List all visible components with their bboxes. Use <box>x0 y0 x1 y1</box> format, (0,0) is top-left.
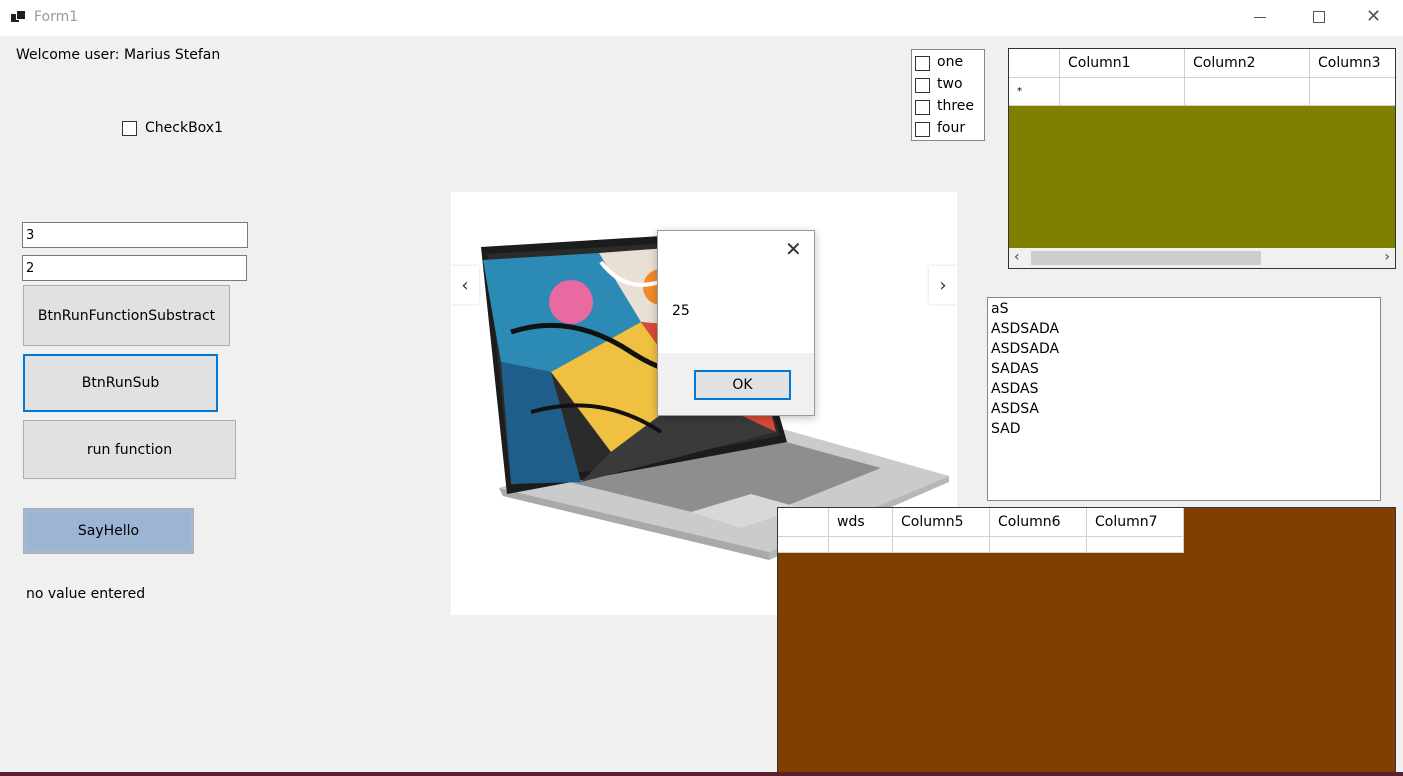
list-item[interactable]: aS <box>991 301 1008 317</box>
checkbox1-label: CheckBox1 <box>145 120 223 136</box>
grid1-column-header[interactable]: Column1 <box>1060 49 1185 78</box>
scroll-left-icon[interactable]: ‹ <box>1014 249 1020 265</box>
ok-button[interactable]: OK <box>694 370 791 400</box>
grid1-column-header[interactable]: Column3 <box>1310 49 1395 78</box>
item-label: one <box>937 54 964 70</box>
list-item[interactable]: ASDSADA <box>991 321 1059 337</box>
grid2-row-header[interactable] <box>778 537 829 553</box>
item-checkbox[interactable] <box>915 100 930 115</box>
grid2-cell[interactable] <box>990 537 1087 553</box>
window-title: Form1 <box>34 9 79 25</box>
message-box-dialog: ✕ 25 OK <box>657 230 815 416</box>
title-bar: Form1 ✕ <box>0 0 1403 36</box>
grid1-cell[interactable] <box>1060 78 1185 106</box>
grid1-new-row-marker[interactable]: * <box>1009 78 1060 106</box>
item-checkbox[interactable] <box>915 78 930 93</box>
welcome-label: Welcome user: Marius Stefan <box>16 47 221 63</box>
chevron-right-icon[interactable]: › <box>929 266 957 304</box>
say-hello-button[interactable]: SayHello <box>23 508 194 554</box>
grid1-cell[interactable] <box>1185 78 1310 106</box>
item-label: four <box>937 120 966 136</box>
grid1-column-header[interactable]: Column2 <box>1185 49 1310 78</box>
list-item[interactable]: ASDAS <box>991 381 1038 397</box>
chevron-left-icon[interactable]: ‹ <box>451 266 479 304</box>
maximize-button[interactable] <box>1290 0 1348 36</box>
run-function-button[interactable]: run function <box>23 420 236 479</box>
app-icon <box>11 10 26 24</box>
message-text: 25 <box>672 303 690 319</box>
minimize-icon <box>1254 17 1266 18</box>
taskbar-edge <box>0 772 1403 776</box>
run-sub-button[interactable]: BtnRunSub <box>23 354 218 412</box>
grid2-column-header[interactable]: Column7 <box>1087 508 1184 537</box>
list-item[interactable]: SADAS <box>991 361 1039 377</box>
grid2-cell[interactable] <box>1087 537 1184 553</box>
list-item[interactable]: SAD <box>991 421 1021 437</box>
grid2-column-header[interactable]: wds <box>829 508 893 537</box>
maximize-icon <box>1313 11 1325 23</box>
say-hello-label: SayHello <box>27 512 190 550</box>
checkbox1[interactable]: CheckBox1 <box>122 120 232 138</box>
grid1-corner-header[interactable] <box>1009 49 1060 78</box>
list-item[interactable]: ASDSA <box>991 401 1039 417</box>
dialog-footer: OK <box>658 353 814 415</box>
grid2-column-header[interactable]: Column6 <box>990 508 1087 537</box>
item-checkbox[interactable] <box>915 56 930 71</box>
item-label: two <box>937 76 963 92</box>
close-icon[interactable]: ✕ <box>785 237 802 261</box>
first-value-input[interactable] <box>22 222 248 248</box>
item-checkbox[interactable] <box>915 122 930 137</box>
list-item[interactable]: ASDSADA <box>991 341 1059 357</box>
grid1-horizontal-scrollbar[interactable]: ‹ › <box>1009 248 1395 268</box>
grid1-cell[interactable] <box>1310 78 1395 106</box>
list-box[interactable]: aS ASDSADA ASDSADA SADAS ASDAS ASDSA SAD <box>987 297 1381 501</box>
checked-list-box[interactable]: one two three four <box>911 49 985 141</box>
scrollbar-thumb[interactable] <box>1031 251 1261 265</box>
grid2-corner-header[interactable] <box>778 508 829 537</box>
close-window-button[interactable]: ✕ <box>1348 0 1403 36</box>
minimize-button[interactable] <box>1231 0 1289 36</box>
grid2-cell[interactable] <box>893 537 990 553</box>
scroll-right-icon[interactable]: › <box>1384 249 1390 265</box>
second-value-input[interactable] <box>22 255 247 281</box>
data-grid-1[interactable]: Column1 Column2 Column3 * ‹ › <box>1008 48 1396 269</box>
close-icon: ✕ <box>1366 6 1382 27</box>
status-label: no value entered <box>26 586 146 602</box>
substract-button[interactable]: BtnRunFunctionSubstract <box>23 285 230 346</box>
data-grid-2[interactable]: wds Column5 Column6 Column7 <box>777 507 1396 776</box>
checkbox1-box[interactable] <box>122 121 137 136</box>
grid2-column-header[interactable]: Column5 <box>893 508 990 537</box>
grid2-cell[interactable] <box>829 537 893 553</box>
item-label: three <box>937 98 975 114</box>
